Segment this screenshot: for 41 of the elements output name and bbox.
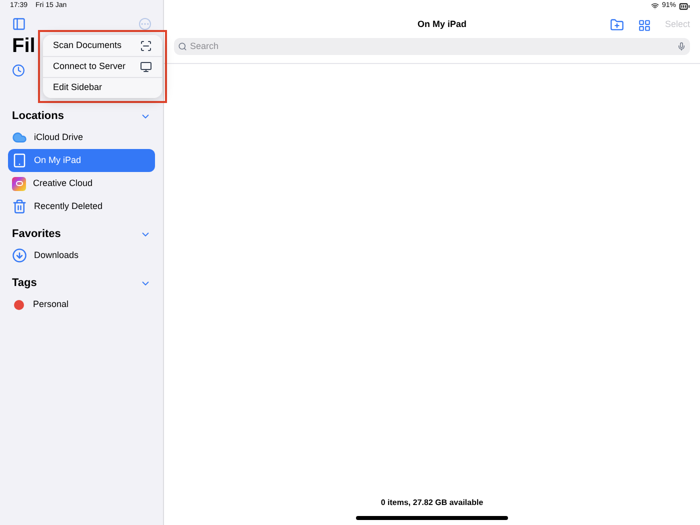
sidebar-item[interactable]: Recently Deleted (8, 195, 155, 218)
app-icon (12, 176, 26, 190)
clock-icon[interactable] (12, 64, 25, 76)
menu-item[interactable]: Connect to Server (43, 56, 162, 77)
section-title: Tags (12, 276, 37, 291)
sidebar-toggle-icon[interactable] (12, 17, 26, 31)
grid-view-icon[interactable] (638, 18, 651, 32)
sidebar-item[interactable]: iCloud Drive (8, 126, 155, 149)
section-title: Favorites (12, 226, 61, 242)
sidebar-item[interactable]: Personal (8, 293, 155, 316)
sidebar-item-label: Downloads (34, 248, 79, 262)
menu-item-label: Scan Documents (53, 38, 122, 52)
search-field[interactable]: Search (190, 40, 674, 54)
new-folder-icon[interactable] (610, 18, 624, 32)
sidebar-item[interactable]: Downloads (8, 244, 155, 267)
battery-icon (679, 0, 690, 12)
microphone-icon[interactable] (677, 42, 686, 51)
scan-icon (140, 40, 152, 52)
sidebar-item[interactable]: Creative Cloud (8, 172, 155, 195)
section-title: Locations (12, 108, 64, 124)
sidebar-item-label: Creative Cloud (33, 176, 93, 190)
trash-icon (12, 199, 27, 214)
menu-item-label: Connect to Server (53, 60, 126, 74)
sidebar-item-label: On My iPad (34, 154, 82, 167)
search-bar[interactable]: Search (174, 38, 690, 55)
sidebar-item[interactable]: On My iPad (8, 149, 155, 172)
download-icon (12, 248, 27, 263)
wifi-icon (650, 2, 659, 10)
sidebar-title: Fil (12, 35, 36, 57)
sidebar-item-label: Personal (33, 298, 69, 311)
sidebar-item-label: Recently Deleted (34, 200, 103, 213)
tablet-icon (12, 153, 27, 168)
monitor-icon (140, 61, 152, 73)
page-title: On My iPad (417, 18, 466, 32)
cloud-icon (12, 130, 27, 145)
menu-item[interactable]: Edit Sidebar (43, 77, 162, 98)
search-icon (178, 42, 187, 51)
storage-summary: 0 items, 27.82 GB available (380, 497, 484, 509)
menu-item[interactable]: Scan Documents (43, 35, 162, 56)
sidebar-item-label: iCloud Drive (34, 130, 84, 144)
menu-item-label: Edit Sidebar (53, 81, 102, 94)
